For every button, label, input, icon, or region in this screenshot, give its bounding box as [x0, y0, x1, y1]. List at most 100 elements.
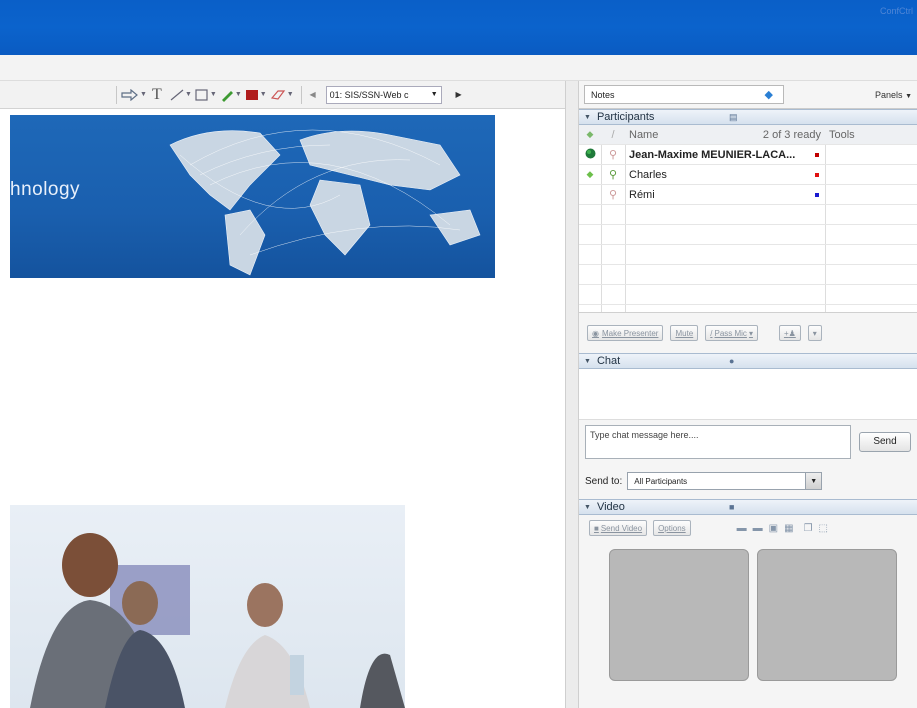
- small-view-icon[interactable]: ▬: [737, 523, 747, 534]
- send-to-select[interactable]: All Participants ▼: [627, 472, 823, 490]
- user-icon: ♟: [788, 328, 796, 338]
- meeting-photo: [10, 505, 405, 708]
- green-diamond-icon: ◆: [586, 169, 594, 179]
- video-controls: ■ Send Video Options ▬ ▬ ▣ ▦ ❐ ⬚: [579, 515, 917, 541]
- notes-label: Notes: [591, 89, 615, 100]
- video-grid: [579, 541, 917, 681]
- right-panel: Notes ◆ Panels ▼ ▼ Participants ▤ ◆ / Na…: [579, 81, 917, 708]
- prev-page-icon[interactable]: ◀: [306, 85, 320, 105]
- send-to-label: Send to:: [585, 475, 623, 487]
- mute-button[interactable]: Mute: [670, 325, 699, 341]
- chevron-down-icon[interactable]: ▼: [185, 91, 192, 98]
- participants-panel-header[interactable]: ▼ Participants ▤: [579, 109, 917, 125]
- collapse-icon[interactable]: ▼: [584, 504, 591, 511]
- text-tool-icon[interactable]: T: [150, 85, 164, 105]
- slide-banner: hnology: [10, 115, 495, 278]
- chevron-down-icon: ▼: [430, 91, 438, 98]
- ready-status: 2 of 3 ready: [762, 128, 821, 141]
- tools-column-header: Tools: [829, 128, 855, 141]
- chevron-down-icon[interactable]: ▼: [805, 473, 822, 489]
- fullscreen-icon[interactable]: ⬚: [819, 523, 828, 534]
- video-tile[interactable]: [609, 549, 749, 681]
- title-corner-text: ConfCtrl: [879, 6, 913, 16]
- chat-input-row: Type chat message here.... Send: [579, 419, 917, 463]
- camera-icon: ■: [729, 502, 735, 512]
- send-to-row: Send to: All Participants ▼: [579, 463, 917, 499]
- participant-row[interactable]: ⚲ Rémi: [579, 185, 917, 205]
- pass-mic-button[interactable]: / Pass Mic ▾: [705, 325, 758, 341]
- status-col-icon[interactable]: ◆: [579, 129, 601, 140]
- chevron-down-icon[interactable]: ▼: [140, 91, 147, 98]
- mic-icon: ⚲: [608, 169, 618, 181]
- grid-view-icon[interactable]: ▦: [784, 523, 793, 534]
- arrow-tool-icon[interactable]: [121, 85, 139, 105]
- chevron-down-icon[interactable]: ▼: [260, 91, 267, 98]
- chevron-down-icon[interactable]: ▼: [210, 91, 217, 98]
- menu-bar: [0, 55, 917, 81]
- notes-field[interactable]: Notes ◆: [584, 85, 784, 104]
- next-page-icon[interactable]: ▶: [452, 85, 466, 105]
- video-panel-header[interactable]: ▼ Video ■: [579, 499, 917, 515]
- participants-header-label: Participants: [596, 111, 655, 123]
- line-tool-icon[interactable]: [170, 85, 184, 105]
- notes-pin-icon[interactable]: ◆: [765, 88, 773, 101]
- detach-icon[interactable]: ❐: [804, 523, 813, 534]
- send-button[interactable]: Send: [859, 431, 911, 452]
- chat-header-label: Chat: [596, 355, 621, 367]
- eraser-tool-icon[interactable]: [270, 85, 286, 105]
- add-participant-button[interactable]: + ♟: [778, 325, 801, 341]
- chat-history[interactable]: [579, 369, 917, 419]
- chat-panel-header[interactable]: ▼ Chat ●: [579, 353, 917, 369]
- presenter-icon: ◉: [592, 328, 599, 338]
- panels-button-label: Panels: [875, 89, 903, 100]
- participant-color-dot: [815, 152, 819, 157]
- make-presenter-button[interactable]: ◉ Make Presenter: [587, 325, 664, 341]
- participant-name: Rémi: [629, 188, 655, 201]
- video-header-label: Video: [596, 501, 625, 513]
- single-view-icon[interactable]: ▣: [769, 523, 778, 534]
- panel-splitter[interactable]: [565, 81, 579, 708]
- chevron-down-icon: ▼: [905, 92, 912, 100]
- participant-actions: ◉ Make Presenter Mute / Pass Mic ▾ + ♟ ▾: [579, 313, 917, 353]
- participant-row[interactable]: ◆ ⚲ Charles: [579, 165, 917, 185]
- participants-table-header: ◆ / Name 2 of 3 ready Tools: [579, 125, 917, 145]
- chevron-down-icon: ▾: [748, 328, 753, 338]
- collapse-icon[interactable]: ▼: [584, 114, 591, 121]
- slide-selector[interactable]: 01: SIS/SSN-Web c ▼: [325, 85, 442, 104]
- green-globe-icon: [579, 148, 601, 161]
- app-title-bar: ConfCtrl: [0, 0, 917, 55]
- participants-table: ◆ / Name 2 of 3 ready Tools ⚲ Jean-Maxim…: [579, 125, 917, 313]
- chevron-down-icon[interactable]: ▼: [287, 91, 294, 98]
- pen-tool-icon[interactable]: [220, 85, 234, 105]
- mic-icon: ⚲: [608, 149, 618, 161]
- mic-col-icon[interactable]: /: [601, 129, 625, 141]
- participant-name: Jean-Maxime MEUNIER-LACA...: [629, 148, 796, 161]
- send-to-value: All Participants: [634, 476, 688, 486]
- participant-color-dot: [815, 172, 819, 177]
- chat-bubble-icon: ●: [729, 356, 735, 366]
- video-tile[interactable]: [757, 549, 897, 681]
- color-tool-icon[interactable]: [245, 85, 259, 105]
- participants-list-icon: ▤: [729, 111, 738, 122]
- chevron-down-icon[interactable]: ▾: [807, 325, 822, 341]
- camera-icon: ■: [594, 523, 599, 533]
- name-column-header[interactable]: Name: [629, 129, 658, 141]
- mic-icon: /: [710, 328, 713, 338]
- rectangle-tool-icon[interactable]: [195, 85, 209, 105]
- medium-view-icon[interactable]: ▬: [753, 523, 763, 534]
- mic-icon: ⚲: [608, 189, 618, 201]
- participant-color-dot: [815, 192, 819, 197]
- meeting-people-image: [30, 533, 405, 708]
- participant-row[interactable]: ⚲ Jean-Maxime MEUNIER-LACA...: [579, 145, 917, 165]
- chat-message-input[interactable]: Type chat message here....: [585, 424, 851, 459]
- send-video-button[interactable]: ■ Send Video: [589, 520, 648, 536]
- collapse-icon[interactable]: ▼: [584, 358, 591, 365]
- world-map-image: [169, 129, 481, 276]
- whiteboard-toolbar: ▼ T ▼ ▼ ▼ ▼ ▼ ◀ 01: SIS/SSN-Web c ▼ ▶: [0, 81, 565, 109]
- participant-name: Charles: [629, 168, 667, 181]
- video-options-button[interactable]: Options: [653, 520, 691, 536]
- presentation-slide: hnology: [0, 110, 565, 708]
- chevron-down-icon[interactable]: ▼: [235, 91, 242, 98]
- notes-row: Notes ◆ Panels ▼: [579, 81, 917, 109]
- panels-button[interactable]: Panels ▼: [875, 90, 912, 100]
